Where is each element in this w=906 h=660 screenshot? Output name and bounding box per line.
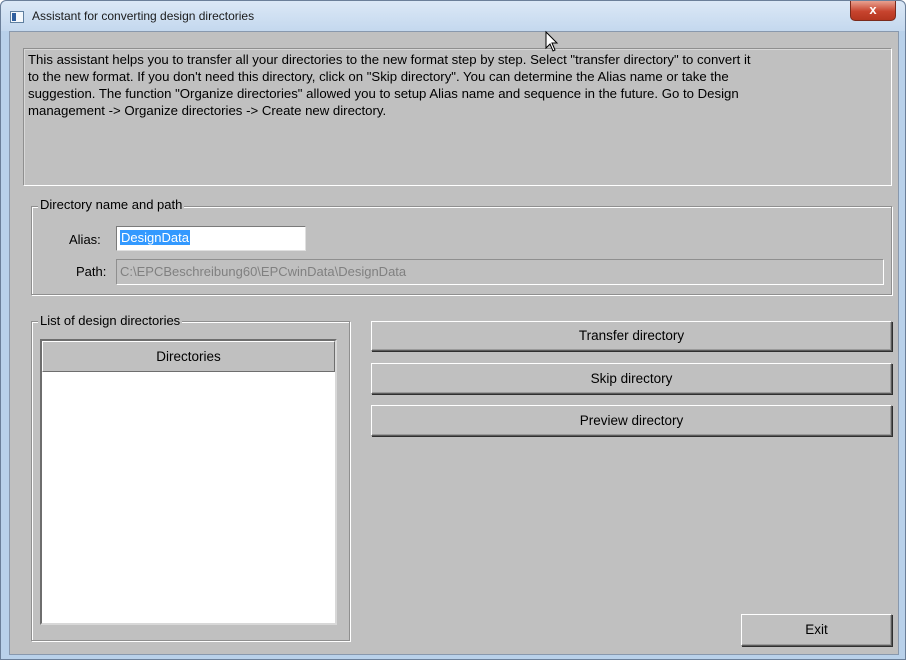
path-label: Path: [76, 264, 107, 279]
directories-column-header[interactable]: Directories [42, 341, 335, 372]
list-group-legend: List of design directories [38, 313, 183, 328]
close-icon: x [869, 2, 877, 17]
alias-input[interactable]: DesignData [116, 226, 306, 251]
path-field: C:\EPCBeschreibung60\EPCwinData\DesignDa… [116, 259, 884, 285]
path-value: C:\EPCBeschreibung60\EPCwinData\DesignDa… [120, 264, 407, 279]
skip-directory-button[interactable]: Skip directory [371, 363, 892, 394]
exit-label: Exit [805, 622, 828, 637]
exit-button[interactable]: Exit [741, 614, 892, 646]
alias-value: DesignData [120, 230, 190, 245]
info-text-box: This assistant helps you to transfer all… [23, 48, 892, 186]
app-window-icon [10, 11, 24, 23]
preview-directory-label: Preview directory [579, 413, 684, 428]
info-line: suggestion. The function "Organize direc… [28, 86, 739, 101]
directory-group-legend: Directory name and path [38, 197, 185, 212]
window-title: Assistant for converting design director… [32, 9, 255, 23]
transfer-directory-label: Transfer directory [578, 328, 685, 343]
info-line: This assistant helps you to transfer all… [28, 52, 751, 67]
directories-header-label: Directories [156, 349, 221, 364]
mouse-pointer-icon [545, 30, 559, 52]
close-button[interactable]: x [850, 1, 896, 21]
info-line: management -> Organize directories -> Cr… [28, 103, 387, 118]
transfer-directory-button[interactable]: Transfer directory [371, 321, 892, 351]
skip-directory-label: Skip directory [590, 371, 673, 386]
alias-label: Alias: [69, 232, 101, 247]
preview-directory-button[interactable]: Preview directory [371, 405, 892, 436]
title-bar[interactable]: Assistant for converting design director… [1, 1, 905, 31]
directories-list[interactable]: Directories [40, 339, 337, 625]
info-line: to the new format. If you don't need thi… [28, 69, 729, 84]
